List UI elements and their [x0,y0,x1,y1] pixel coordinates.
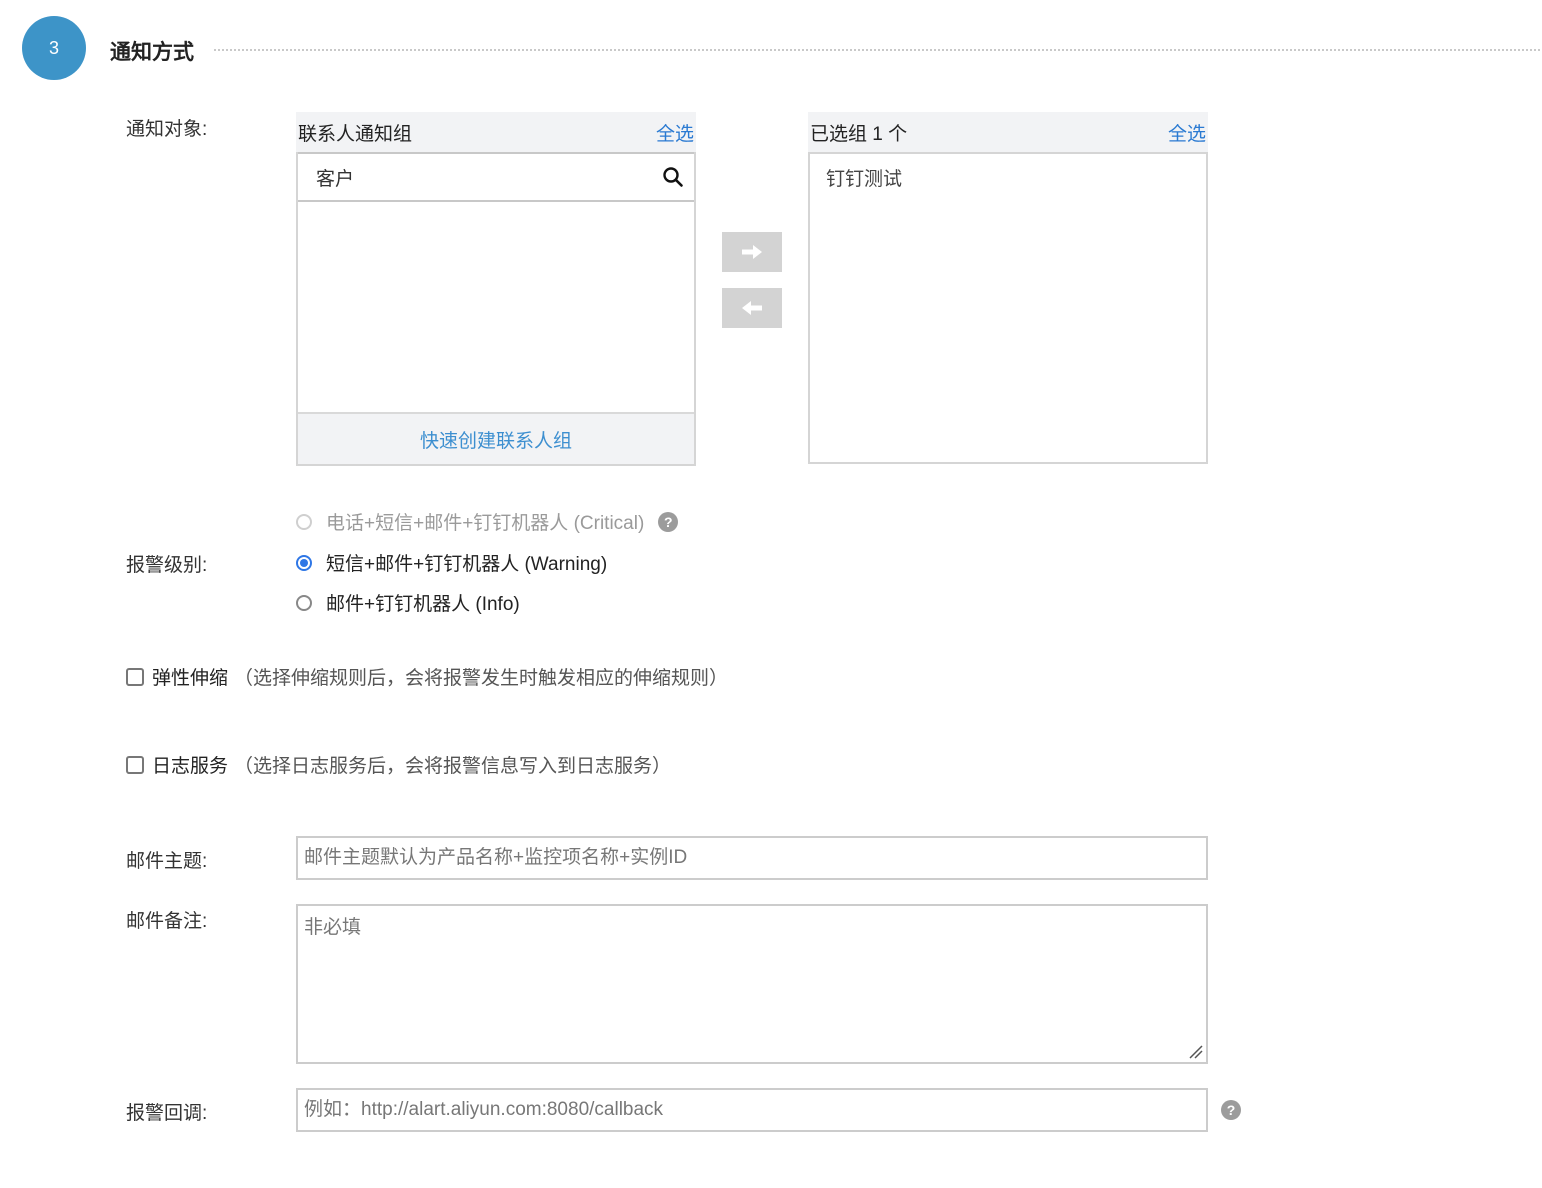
alarm-level-label: 报警级别: [126,555,208,576]
help-icon[interactable]: ? [658,511,679,532]
contact-group-list: 快速创建联系人组 [296,152,696,466]
alarm-level-option-info-label: 邮件+钉钉机器人 (Info) [326,594,520,615]
radio-critical[interactable] [296,513,312,530]
email-note-label: 邮件备注: [126,911,208,932]
log-service-checkbox[interactable] [126,755,144,774]
selected-group-panel: 已选组 1 个 全选 钉钉测试 [808,112,1208,464]
alarm-level-option-info[interactable]: 邮件+钉钉机器人 (Info) [296,589,520,616]
log-service-row: 日志服务 （选择日志服务后，会将报警信息写入到日志服务） [126,751,671,778]
contact-group-panel: 联系人通知组 全选 快速创建联系人组 [296,112,696,466]
arrow-left-icon [741,300,763,316]
select-all-contact-groups-link[interactable]: 全选 [656,119,694,146]
email-subject-input[interactable] [296,836,1208,880]
selected-group-panel-title: 已选组 1 个 [810,123,908,145]
help-icon[interactable]: ? [1221,1100,1241,1120]
step-number-badge: 3 [22,16,86,80]
elastic-scaling-checkbox[interactable] [126,667,144,686]
selected-group-panel-header: 已选组 1 个 全选 [808,112,1208,152]
section-divider [214,49,1540,51]
move-right-button[interactable] [722,232,782,272]
log-service-label: 日志服务 [152,756,229,777]
contact-group-search [298,152,694,202]
email-note-textarea[interactable] [296,904,1208,1064]
section-title: 通知方式 [110,41,194,64]
arrow-right-icon [741,244,763,260]
search-icon[interactable] [662,166,684,188]
alarm-callback-input[interactable] [296,1088,1208,1132]
log-service-hint: （选择日志服务后，会将报警信息写入到日志服务） [234,756,672,777]
alarm-level-option-critical[interactable]: 电话+短信+邮件+钉钉机器人 (Critical) ? [296,508,679,535]
quick-create-contact-group-button[interactable]: 快速创建联系人组 [298,412,694,464]
elastic-scaling-row: 弹性伸缩 （选择伸缩规则后，会将报警发生时触发相应的伸缩规则） [126,663,728,690]
list-item[interactable]: 钉钉测试 [826,164,1190,191]
select-all-selected-groups-link[interactable]: 全选 [1168,119,1206,146]
alarm-level-option-warning[interactable]: 短信+邮件+钉钉机器人 (Warning) [296,549,607,576]
radio-info[interactable] [296,594,312,611]
alarm-level-option-critical-label: 电话+短信+邮件+钉钉机器人 (Critical) [326,513,645,534]
notify-target-label: 通知对象: [126,119,208,140]
email-subject-label: 邮件主题: [126,851,208,872]
move-left-button[interactable] [722,288,782,328]
elastic-scaling-label: 弹性伸缩 [152,668,229,689]
contact-group-search-input[interactable] [314,165,638,189]
elastic-scaling-hint: （选择伸缩规则后，会将报警发生时触发相应的伸缩规则） [234,668,729,689]
radio-warning[interactable] [296,554,312,571]
alarm-callback-label: 报警回调: [126,1103,208,1124]
alarm-level-option-warning-label: 短信+邮件+钉钉机器人 (Warning) [326,554,608,575]
selected-group-list: 钉钉测试 [808,152,1208,464]
resize-handle-icon[interactable] [1189,1045,1203,1059]
contact-group-panel-header: 联系人通知组 全选 [296,112,696,152]
contact-group-panel-title: 联系人通知组 [298,123,413,145]
